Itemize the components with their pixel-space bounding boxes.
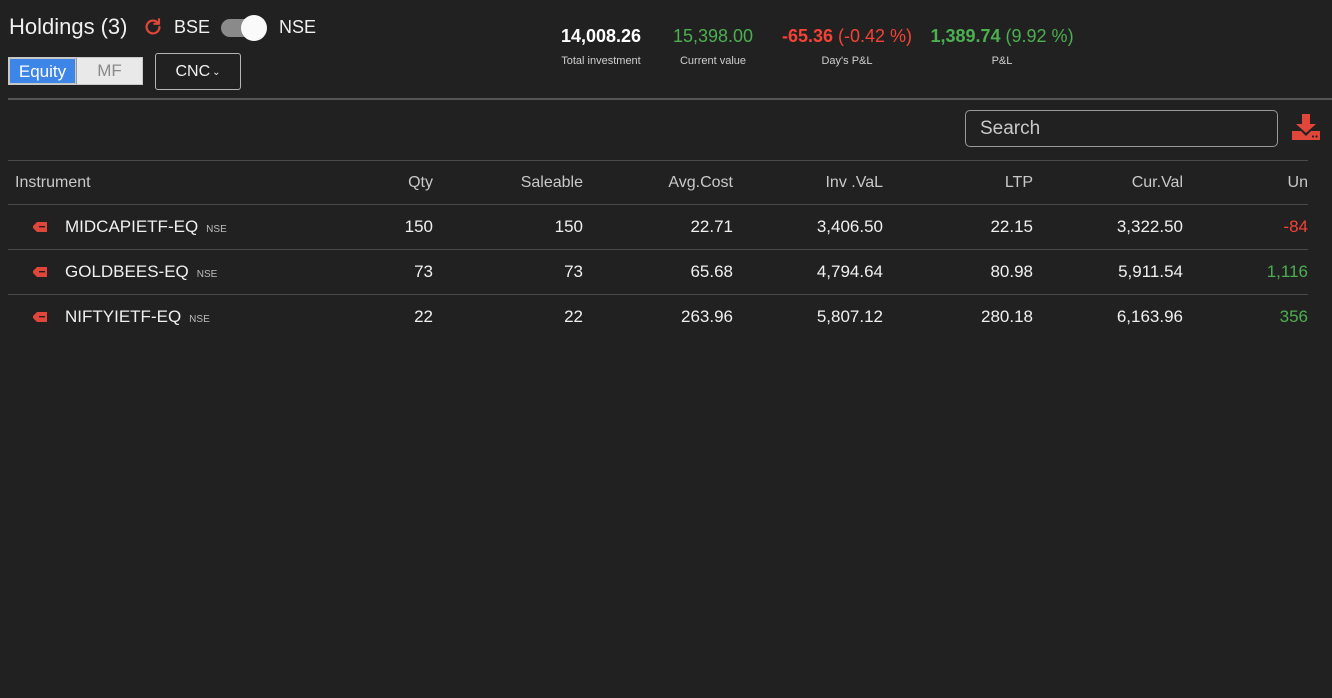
col-instrument[interactable]: Instrument [15, 172, 91, 194]
col-qty[interactable]: Qty [408, 172, 433, 194]
total-investment-value: 14,008.26 [560, 26, 642, 46]
days-pnl-pct: (-0.42 %) [838, 26, 913, 46]
search-input[interactable] [965, 110, 1278, 147]
qty-cell: 150 [404, 217, 433, 236]
exchange-bse-label: BSE [174, 17, 211, 37]
pnl-label: P&L [991, 55, 1013, 67]
ltp-cell: 80.98 [990, 262, 1033, 281]
tag-icon[interactable] [33, 222, 47, 232]
segment-equity[interactable]: Equity [9, 58, 76, 84]
header-divider [8, 98, 1332, 100]
inv-val-cell: 3,406.50 [816, 217, 883, 236]
table-top-divider [8, 160, 1308, 161]
instrument-symbol: GOLDBEES-EQ [65, 262, 189, 281]
col-cur-val[interactable]: Cur.Val [1132, 172, 1183, 194]
ltp-cell: 22.15 [990, 217, 1033, 236]
avg-cost-cell: 65.68 [690, 262, 733, 281]
ltp-cell: 280.18 [981, 307, 1033, 326]
toggle-knob [241, 15, 267, 41]
refresh-icon[interactable] [142, 16, 164, 38]
current-value-value: 15,398.00 [672, 26, 754, 46]
unrealised-cell: 1,116 [1266, 262, 1308, 281]
pnl-value: 1,389.74 [930, 26, 1001, 46]
instrument-symbol: NIFTYIETF-EQ [65, 307, 182, 326]
inv-val-cell: 5,807.12 [816, 307, 883, 326]
pnl-pct: (9.92 %) [1005, 26, 1074, 46]
holdings-count: (3) [100, 14, 128, 39]
table-row[interactable]: MIDCAPIETF-EQ NSE 150 150 22.71 3,406.50 … [8, 204, 1308, 249]
col-unrealised[interactable]: Un [1288, 172, 1308, 194]
segment-switch: Equity MF [8, 57, 143, 85]
unrealised-cell: -84 [1283, 217, 1308, 236]
unrealised-cell: 356 [1279, 307, 1308, 326]
tag-icon[interactable] [33, 267, 47, 277]
stat-total-investment: 14,008.26 Total investment [551, 26, 651, 67]
instrument-exchange: NSE [189, 314, 210, 325]
instrument-exchange: NSE [196, 269, 218, 280]
instrument-cell: MIDCAPIETF-EQ NSE [65, 205, 227, 252]
saleable-cell: 150 [554, 217, 583, 236]
instrument-cell: NIFTYIETF-EQ NSE [65, 295, 210, 342]
stat-pnl: 1,389.74 (9.92 %) P&L [925, 26, 1079, 67]
stat-current-value: 15,398.00 Current value [663, 26, 763, 67]
avg-cost-cell: 263.96 [681, 307, 733, 326]
segment-mf[interactable]: MF [76, 58, 142, 84]
tag-icon[interactable] [33, 312, 47, 322]
table-row[interactable]: NIFTYIETF-EQ NSE 22 22 263.96 5,807.12 28… [8, 294, 1308, 339]
col-avg-cost[interactable]: Avg.Cost [668, 172, 733, 194]
qty-cell: 73 [414, 262, 433, 281]
instrument-symbol: MIDCAPIETF-EQ [65, 217, 199, 236]
total-investment-label: Total investment [561, 55, 641, 67]
page-title: Holdings (3) [9, 14, 128, 40]
exchange-toggle[interactable] [221, 14, 267, 42]
cur-val-cell: 6,163.96 [1116, 307, 1183, 326]
exchange-nse-label: NSE [279, 17, 317, 37]
col-ltp[interactable]: LTP [1005, 172, 1033, 194]
cur-val-cell: 5,911.54 [1118, 262, 1183, 281]
inv-val-cell: 4,794.64 [816, 262, 883, 281]
cur-val-cell: 3,322.50 [1116, 217, 1183, 236]
avg-cost-cell: 22.71 [690, 217, 733, 236]
saleable-cell: 22 [564, 307, 583, 326]
qty-cell: 22 [414, 307, 433, 326]
product-dropdown[interactable]: CNC ⌄ [155, 53, 241, 90]
table-header: Instrument Qty Saleable Avg.Cost Inv .Va… [8, 172, 1308, 194]
chevron-down-icon: ⌄ [212, 67, 221, 78]
col-saleable[interactable]: Saleable [521, 172, 583, 194]
saleable-cell: 73 [564, 262, 583, 281]
product-dropdown-label: CNC [175, 62, 211, 80]
days-pnl-value: -65.36 [781, 26, 833, 46]
col-inv-val[interactable]: Inv .VaL [825, 172, 883, 194]
stat-days-pnl: -65.36 (-0.42 %) Day's P&L [776, 26, 918, 67]
instrument-exchange: NSE [206, 224, 227, 235]
table-row[interactable]: GOLDBEES-EQ NSE 73 73 65.68 4,794.64 80.9… [8, 249, 1308, 294]
instrument-cell: GOLDBEES-EQ NSE [65, 250, 217, 297]
days-pnl-label: Day's P&L [821, 55, 873, 67]
download-icon[interactable] [1291, 113, 1321, 141]
current-value-label: Current value [679, 55, 747, 67]
page-title-text: Holdings [9, 14, 95, 39]
